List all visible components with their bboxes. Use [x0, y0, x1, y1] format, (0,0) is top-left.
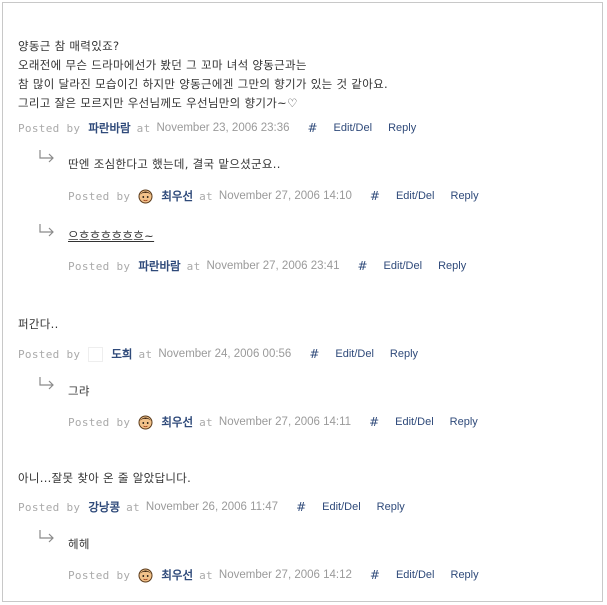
reply-body: 헤헤	[68, 537, 90, 551]
at-label: at	[199, 189, 213, 203]
reply-arrow-icon	[39, 150, 54, 163]
reply-date: November 27, 2006 14:11	[218, 416, 352, 428]
comment-date: November 24, 2006 00:56	[158, 348, 292, 360]
permalink-link[interactable]: #	[307, 121, 317, 135]
posted-by-label: Posted by	[18, 500, 81, 514]
posted-by-label: Posted by	[68, 189, 131, 203]
reply-link[interactable]: Reply	[451, 190, 479, 202]
reply-meta: Posted by 최우선 at November 27, 2006 14:10…	[68, 187, 479, 205]
avatar-icon	[138, 415, 153, 429]
comment-author[interactable]: 도희	[111, 346, 132, 362]
permalink-link[interactable]: #	[369, 415, 379, 429]
edit-delete-link[interactable]: Edit/Del	[384, 260, 423, 272]
reply-body: 으흐흐흐흐흐흐~	[68, 229, 155, 243]
permalink-link[interactable]: #	[296, 500, 306, 514]
comment-line: 양동근 참 매력있죠?	[18, 39, 120, 53]
edit-delete-link[interactable]: Edit/Del	[396, 569, 435, 581]
at-label: at	[186, 259, 201, 273]
at-label: at	[199, 568, 213, 582]
posted-by-label: Posted by	[68, 259, 131, 273]
comment-body: 양동근 참 매력있죠? 오래전에 무슨 드라마에선가 봤던 그 꼬마 녀석 양동…	[18, 37, 388, 113]
comments-panel: 양동근 참 매력있죠? 오래전에 무슨 드라마에선가 봤던 그 꼬마 녀석 양동…	[2, 2, 603, 602]
permalink-link[interactable]: #	[370, 189, 380, 203]
reply-date: November 27, 2006 23:41	[206, 260, 340, 272]
comment-body: 아니...잘못 찾아 온 줄 알았답니다.	[18, 471, 192, 485]
reply-arrow-icon	[39, 224, 54, 237]
reply-author[interactable]: 최우선	[161, 414, 193, 430]
comment-line: 오래전에 무슨 드라마에선가 봤던 그 꼬마 녀석 양동근과는	[18, 58, 307, 72]
reply-link[interactable]: Reply	[451, 569, 479, 581]
reply-body: 딴엔 조심한다고 했는데, 결국 맡으셨군요..	[68, 157, 281, 171]
comment-date: November 23, 2006 23:36	[156, 122, 290, 134]
reply-author[interactable]: 최우선	[161, 567, 193, 583]
at-label: at	[136, 121, 151, 135]
permalink-link[interactable]: #	[370, 568, 380, 582]
comment-body: 퍼간다..	[18, 317, 59, 331]
posted-by-label: Posted by	[18, 347, 81, 361]
comment-line: 참 많이 달라진 모습이긴 하지만 양동근에겐 그만의 향기가 있는 것 같아요…	[18, 77, 388, 91]
edit-delete-link[interactable]: Edit/Del	[395, 416, 434, 428]
reply-link[interactable]: Reply	[438, 260, 466, 272]
comment-meta: Posted by 강낭콩 at November 26, 2006 11:47…	[18, 498, 405, 516]
comment-date: November 26, 2006 11:47	[145, 501, 279, 513]
edit-delete-link[interactable]: Edit/Del	[396, 190, 435, 202]
reply-link[interactable]: Reply	[388, 122, 416, 134]
at-label: at	[199, 415, 213, 429]
edit-delete-link[interactable]: Edit/Del	[322, 501, 361, 513]
reply-author[interactable]: 파란바람	[138, 258, 180, 274]
reply-arrow-icon	[39, 377, 54, 390]
reply-arrow-icon	[39, 530, 54, 543]
reply-author[interactable]: 최우선	[161, 188, 193, 204]
reply-meta: Posted by 최우선 at November 27, 2006 14:12…	[68, 566, 479, 584]
reply-body: 그랴	[68, 384, 90, 398]
reply-link[interactable]: Reply	[450, 416, 478, 428]
avatar-icon	[138, 189, 153, 203]
reply-date: November 27, 2006 14:12	[218, 569, 352, 581]
comment-meta: Posted by 파란바람 at November 23, 2006 23:3…	[18, 119, 416, 137]
avatar-icon	[138, 568, 153, 582]
comment-meta: Posted by 도희 at November 24, 2006 00:56 …	[18, 345, 418, 363]
posted-by-label: Posted by	[68, 568, 131, 582]
at-label: at	[126, 500, 140, 514]
reply-meta: Posted by 파란바람 at November 27, 2006 23:4…	[68, 257, 466, 275]
posted-by-label: Posted by	[18, 121, 81, 135]
comment-author[interactable]: 강낭콩	[88, 499, 120, 515]
comment-line: 그리고 잘은 모르지만 우선님께도 우선님만의 향기가~♡	[18, 96, 298, 110]
posted-by-label: Posted by	[68, 415, 131, 429]
edit-delete-link[interactable]: Edit/Del	[335, 348, 374, 360]
permalink-link[interactable]: #	[309, 347, 319, 361]
edit-delete-link[interactable]: Edit/Del	[334, 122, 373, 134]
reply-link[interactable]: Reply	[390, 348, 418, 360]
at-label: at	[138, 347, 153, 361]
avatar-placeholder	[88, 346, 104, 362]
permalink-link[interactable]: #	[357, 259, 367, 273]
reply-meta: Posted by 최우선 at November 27, 2006 14:11…	[68, 413, 478, 431]
comment-author[interactable]: 파란바람	[88, 120, 130, 136]
reply-link[interactable]: Reply	[377, 501, 405, 513]
reply-date: November 27, 2006 14:10	[218, 190, 352, 202]
